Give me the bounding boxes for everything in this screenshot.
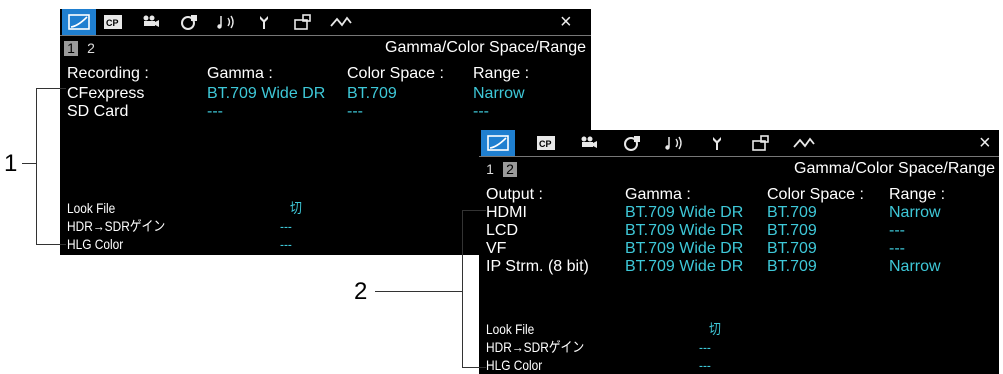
- audio-icon[interactable]: [210, 9, 244, 35]
- row-gamma: BT.709 Wide DR: [625, 204, 744, 221]
- row-gamma: BT.709 Wide DR: [207, 85, 326, 102]
- hdr-sdr-gain-label: HDR→SDRゲイン: [67, 218, 166, 234]
- hlg-color-value: ---: [280, 236, 292, 252]
- hdr-sdr-gain-label: HDR→SDRゲイン: [486, 339, 585, 355]
- callout-1-line: [22, 163, 36, 164]
- callout-2-bracket: [462, 210, 463, 368]
- header-color-space: Color Space :: [347, 65, 444, 82]
- page-title: Gamma/Color Space/Range: [385, 39, 586, 56]
- header-range: Range :: [473, 65, 530, 82]
- hlg-color-label: HLG Color: [67, 236, 124, 252]
- row-label: HDMI: [486, 204, 527, 221]
- callout-2-label: 2: [354, 278, 368, 305]
- callout-1-label: 1: [4, 150, 18, 177]
- row-range: ---: [889, 222, 905, 239]
- page-indicator: 12: [64, 40, 104, 56]
- row-color-space: BT.709: [767, 204, 817, 221]
- row-label: CFexpress: [67, 85, 145, 102]
- network-icon[interactable]: [324, 9, 358, 35]
- header-gamma: Gamma :: [625, 186, 691, 203]
- row-label: LCD: [486, 222, 519, 239]
- svg-text:CP: CP: [539, 139, 552, 149]
- callout-1-bracket: [36, 88, 37, 245]
- page-1[interactable]: 1: [64, 41, 78, 56]
- network-icon[interactable]: [787, 130, 821, 156]
- row-color-space: BT.709: [767, 222, 817, 239]
- row-color-space: BT.709: [767, 240, 817, 257]
- page-2[interactable]: 2: [84, 41, 98, 56]
- row-label: IP Strm. (8 bit): [486, 258, 589, 275]
- hlg-color-value: ---: [699, 357, 711, 373]
- look-file-value: 切: [290, 200, 302, 216]
- row-label: SD Card: [67, 103, 129, 120]
- gamma-icon[interactable]: [62, 9, 96, 35]
- row-label: VF: [486, 240, 507, 257]
- video-icon[interactable]: [172, 9, 206, 35]
- close-icon[interactable]: ×: [560, 12, 572, 32]
- page-title: Gamma/Color Space/Range: [794, 160, 995, 177]
- assign-icon[interactable]: [744, 130, 778, 156]
- callout-2-bracket-bottom: [462, 367, 486, 368]
- header-output: Output :: [486, 186, 543, 203]
- hlg-color-label: HLG Color: [486, 357, 543, 373]
- row-range: ---: [473, 103, 489, 120]
- callout-2-bracket-top: [462, 210, 486, 211]
- page-indicator: 12: [483, 161, 523, 177]
- screen-output: CP × 12 Gamma/Color Space/Range Output :…: [479, 130, 999, 374]
- camera-icon[interactable]: [572, 130, 606, 156]
- row-gamma: BT.709 Wide DR: [625, 222, 744, 239]
- look-file-label: Look File: [67, 200, 116, 216]
- header-recording: Recording :: [67, 65, 149, 82]
- camera-icon[interactable]: [134, 9, 168, 35]
- hdr-sdr-gain-value: ---: [280, 218, 292, 234]
- page-2[interactable]: 2: [503, 162, 517, 177]
- row-color-space: BT.709: [767, 258, 817, 275]
- header-gamma: Gamma :: [207, 65, 273, 82]
- row-range: Narrow: [889, 204, 941, 221]
- page-1[interactable]: 1: [483, 162, 497, 177]
- row-gamma: ---: [207, 103, 223, 120]
- callout-2-line: [375, 291, 462, 292]
- row-gamma: BT.709 Wide DR: [625, 258, 744, 275]
- menu-bar: CP ×: [479, 130, 999, 157]
- row-gamma: BT.709 Wide DR: [625, 240, 744, 257]
- svg-text:CP: CP: [106, 18, 119, 28]
- close-icon[interactable]: ×: [979, 133, 991, 153]
- video-icon[interactable]: [615, 130, 649, 156]
- look-file-value: 切: [709, 321, 721, 337]
- gamma-icon[interactable]: [481, 130, 515, 156]
- row-range: Narrow: [889, 258, 941, 275]
- row-range: ---: [889, 240, 905, 257]
- row-color-space: ---: [347, 103, 363, 120]
- callout-1-bracket-top: [36, 88, 66, 89]
- menu-bar: CP ×: [60, 9, 591, 36]
- look-file-label: Look File: [486, 321, 535, 337]
- row-color-space: BT.709: [347, 85, 397, 102]
- row-range: Narrow: [473, 85, 525, 102]
- audio-icon[interactable]: [658, 130, 692, 156]
- callout-1-bracket-bottom: [36, 244, 66, 245]
- tool-icon[interactable]: [248, 9, 282, 35]
- cp-icon[interactable]: CP: [529, 130, 563, 156]
- assign-icon[interactable]: [286, 9, 320, 35]
- header-range: Range :: [889, 186, 946, 203]
- tool-icon[interactable]: [701, 130, 735, 156]
- header-color-space: Color Space :: [767, 186, 864, 203]
- cp-icon[interactable]: CP: [96, 9, 130, 35]
- hdr-sdr-gain-value: ---: [699, 339, 711, 355]
